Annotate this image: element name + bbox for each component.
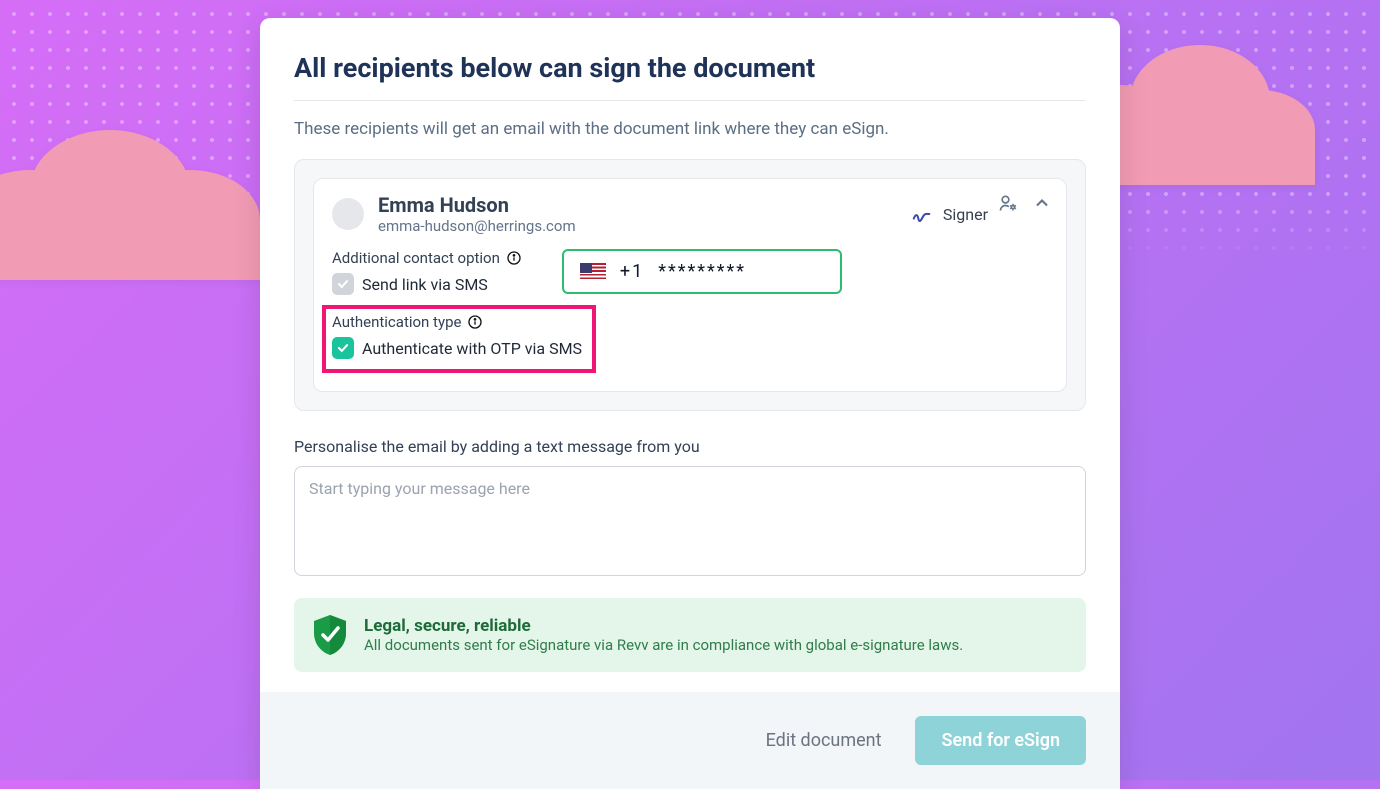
message-textarea[interactable] [294,466,1086,576]
send-sms-checkbox-row[interactable]: Send link via SMS [332,273,522,295]
page-title: All recipients below can sign the docume… [294,52,1086,84]
phone-input[interactable]: +1 ********* [562,249,842,294]
edit-document-button[interactable]: Edit document [766,730,882,751]
recipients-container: Emma Hudson emma-hudson@herrings.com Sig… [294,159,1086,411]
auth-type-label: Authentication type [332,313,582,331]
us-flag-icon [580,263,606,281]
page-subtitle: These recipients will get an email with … [294,119,1086,139]
recipient-settings-icon[interactable] [998,193,1018,217]
send-for-esign-modal: All recipients below can sign the docume… [260,18,1120,789]
recipient-email: emma-hudson@herrings.com [378,217,576,235]
shield-check-icon [312,614,348,656]
role-label: Signer [943,205,988,224]
country-code: +1 [620,261,644,282]
personalise-label: Personalise the email by adding a text m… [294,437,1086,456]
auth-otp-checkbox[interactable] [332,337,354,359]
legal-title: Legal, secure, reliable [364,616,963,636]
check-icon [336,277,350,291]
check-icon [336,341,350,355]
send-sms-checkbox[interactable] [332,273,354,295]
info-icon[interactable] [467,314,483,330]
info-icon[interactable] [506,250,522,266]
cloud-decoration-left [0,80,260,280]
auth-otp-checkbox-row[interactable]: Authenticate with OTP via SMS [332,337,582,359]
auth-otp-label: Authenticate with OTP via SMS [362,339,582,358]
collapse-icon[interactable] [1032,193,1052,217]
phone-masked: ********* [658,261,746,282]
avatar [332,198,364,230]
signature-icon [911,203,933,225]
auth-highlight-box: Authentication type Authenticate with OT… [322,305,596,373]
divider [294,100,1086,101]
modal-footer: Edit document Send for eSign [260,692,1120,789]
additional-contact-label: Additional contact option [332,249,522,267]
legal-banner: Legal, secure, reliable All documents se… [294,598,1086,672]
send-sms-label: Send link via SMS [362,275,488,294]
recipient-name: Emma Hudson [378,193,576,217]
legal-text: All documents sent for eSignature via Re… [364,636,963,654]
recipient-card: Emma Hudson emma-hudson@herrings.com Sig… [313,178,1067,392]
send-for-esign-button[interactable]: Send for eSign [915,716,1086,765]
